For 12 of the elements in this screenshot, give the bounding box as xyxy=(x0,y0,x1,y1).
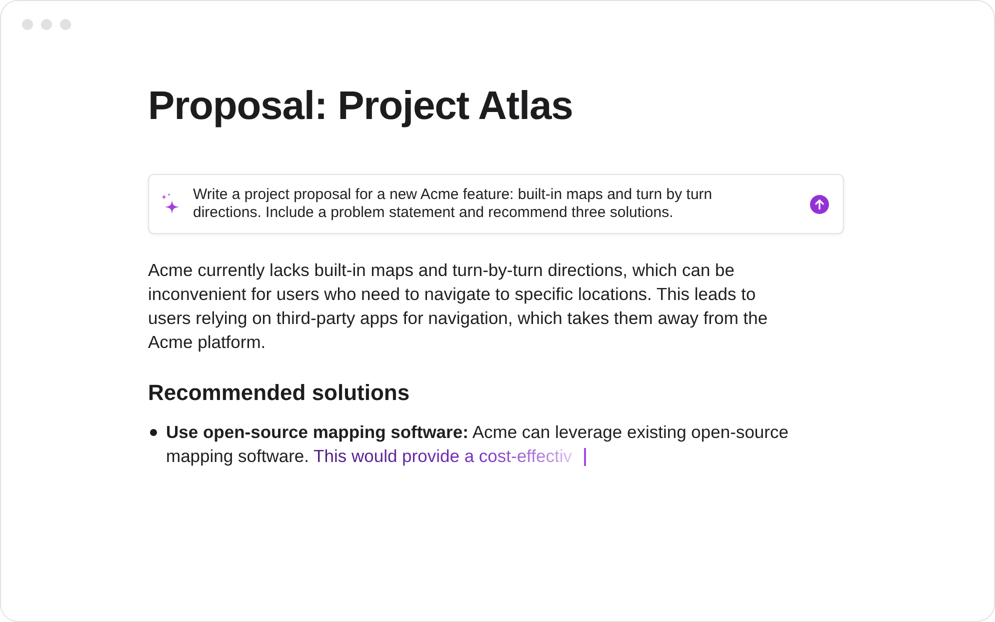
document-title: Proposal: Project Atlas xyxy=(148,83,573,130)
prompt-text: Write a project proposal for a new Acme feature: built-in maps and turn by turn directions. Include a problem statement and recommend three solutions. xyxy=(193,186,714,222)
bullet-text: Use open-source mapping software: Acme can leverage existing open-source mapping software. This would provide a cost-effectiv xyxy=(166,421,790,468)
section-heading: Recommended solutions xyxy=(148,379,410,407)
window-dot-icon[interactable] xyxy=(60,19,71,30)
submit-button[interactable] xyxy=(810,194,829,214)
bullet-icon xyxy=(150,429,157,436)
prompt-box[interactable]: Write a project proposal for a new Acme feature: built-in maps and turn by turn directions. Include a problem statement and recommend three solutions. xyxy=(148,174,844,234)
window-dot-icon[interactable] xyxy=(22,19,33,30)
window-dot-icon[interactable] xyxy=(41,19,52,30)
sparkle-icon xyxy=(160,193,180,215)
body-paragraph: Acme currently lacks built-in maps and turn-by-turn directions, which can be inconvenient for users who need to navigate to specific locations. This leads to users relying on third-party apps for navigation, which takes them away from the Acme platform. xyxy=(148,259,769,354)
